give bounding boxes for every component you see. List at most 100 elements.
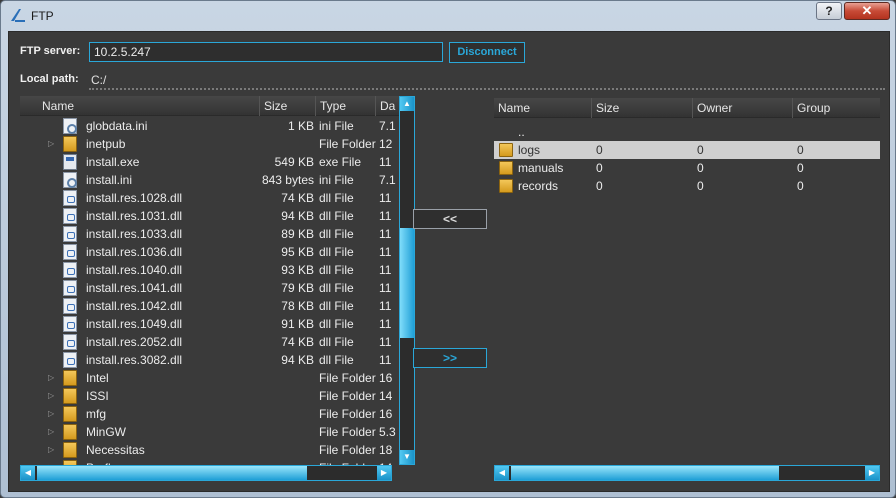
cell-type: File Folder bbox=[319, 137, 376, 151]
cell-date: 7.1 bbox=[379, 173, 396, 187]
local-horizontal-scrollbar[interactable]: ◀ ▶ bbox=[20, 465, 392, 481]
cell-date: 11 bbox=[379, 245, 392, 259]
cell-name: install.ini bbox=[86, 173, 133, 187]
table-row[interactable]: globdata.ini 1 KB ini File 7.1 bbox=[20, 117, 408, 135]
table-row[interactable]: ▷ Necessitas File Folder 18 bbox=[20, 441, 408, 459]
cell-date: 14 bbox=[379, 389, 393, 403]
table-row[interactable]: install.res.1028.dll 74 KB dll File 11 bbox=[20, 189, 408, 207]
cell-type: File Folder bbox=[319, 371, 376, 385]
table-row[interactable]: install.res.1031.dll 94 KB dll File 11 bbox=[20, 207, 408, 225]
scroll-right-arrow-icon[interactable]: ▶ bbox=[865, 466, 879, 480]
cell-name: logs bbox=[518, 143, 541, 157]
window-title: FTP bbox=[31, 9, 54, 23]
cell-owner: 0 bbox=[697, 143, 704, 157]
scroll-up-arrow-icon[interactable]: ▲ bbox=[400, 97, 414, 111]
remote-horizontal-scrollbar[interactable]: ◀ ▶ bbox=[494, 465, 880, 481]
cell-name: install.res.1042.dll bbox=[86, 299, 183, 313]
column-header-name[interactable]: Name bbox=[494, 98, 592, 118]
table-row[interactable]: install.res.1041.dll 79 KB dll File 11 bbox=[20, 279, 408, 297]
table-row[interactable]: install.res.1033.dll 89 KB dll File 11 bbox=[20, 225, 408, 243]
cell-name: install.res.1036.dll bbox=[86, 245, 183, 259]
table-row[interactable]: ▷ Intel File Folder 16 bbox=[20, 369, 408, 387]
cell-date: 18 bbox=[379, 443, 393, 457]
close-button[interactable]: ✕ bbox=[844, 2, 890, 20]
table-row[interactable]: install.res.1040.dll 93 KB dll File 11 bbox=[20, 261, 408, 279]
expand-arrow-icon[interactable]: ▷ bbox=[48, 423, 56, 441]
column-header-group[interactable]: Group bbox=[793, 98, 880, 118]
table-row[interactable]: install.exe 549 KB exe File 11 bbox=[20, 153, 408, 171]
table-row[interactable]: install.ini 843 bytes ini File 7.1 bbox=[20, 171, 408, 189]
dll-file-icon bbox=[63, 280, 77, 296]
title-bar: FTP ? ✕ bbox=[1, 1, 895, 31]
cell-group: 0 bbox=[797, 179, 804, 193]
column-header-owner[interactable]: Owner bbox=[693, 98, 793, 118]
table-row[interactable]: install.res.2052.dll 74 KB dll File 11 bbox=[20, 333, 408, 351]
folder-icon bbox=[63, 388, 77, 404]
ini-file-icon bbox=[63, 172, 77, 188]
column-header-name[interactable]: Name bbox=[38, 96, 260, 116]
local-path-value[interactable]: C:/ bbox=[91, 73, 106, 87]
cell-date: 11 bbox=[379, 155, 392, 169]
table-row[interactable]: ▷ mfg File Folder 16 bbox=[20, 405, 408, 423]
remote-file-list[interactable]: Name Size Owner Group .. logs 0 0 0 manuals 0 0… bbox=[494, 96, 880, 464]
scroll-right-arrow-icon[interactable]: ▶ bbox=[377, 466, 391, 480]
table-row[interactable]: install.res.1042.dll 78 KB dll File 11 bbox=[20, 297, 408, 315]
expand-arrow-icon[interactable]: ▷ bbox=[48, 387, 56, 405]
download-button[interactable]: << bbox=[413, 209, 487, 229]
cell-type: dll File bbox=[319, 335, 354, 349]
table-row[interactable]: .. bbox=[494, 123, 880, 141]
scroll-left-arrow-icon[interactable]: ◀ bbox=[495, 466, 509, 480]
cell-type: dll File bbox=[319, 227, 354, 241]
table-row[interactable]: ▷ MinGW File Folder 5.3 bbox=[20, 423, 408, 441]
cell-date: 11 bbox=[379, 227, 392, 241]
scroll-thumb[interactable] bbox=[511, 466, 779, 480]
scroll-thumb[interactable] bbox=[37, 466, 307, 480]
dll-file-icon bbox=[63, 334, 77, 350]
cell-name: install.res.1033.dll bbox=[86, 227, 183, 241]
column-header-size[interactable]: Size bbox=[260, 96, 316, 116]
local-file-list[interactable]: Name Size Type Da globdata.ini 1 KB ini Fi… bbox=[20, 96, 408, 481]
folder-icon bbox=[63, 424, 77, 440]
expand-arrow-icon[interactable]: ▷ bbox=[48, 135, 56, 153]
expand-arrow-icon[interactable]: ▷ bbox=[48, 405, 56, 423]
help-button[interactable]: ? bbox=[816, 2, 842, 20]
table-row[interactable]: manuals 0 0 0 bbox=[494, 159, 880, 177]
cell-name: install.res.1040.dll bbox=[86, 263, 183, 277]
cell-type: dll File bbox=[319, 317, 354, 331]
table-row[interactable]: install.res.1036.dll 95 KB dll File 11 bbox=[20, 243, 408, 261]
cell-group: 0 bbox=[797, 143, 804, 157]
cell-size: 74 KB bbox=[281, 191, 314, 205]
cell-name: inetpub bbox=[86, 137, 126, 151]
dll-file-icon bbox=[63, 190, 77, 206]
disconnect-button[interactable]: Disconnect bbox=[449, 42, 525, 63]
scroll-left-arrow-icon[interactable]: ◀ bbox=[21, 466, 35, 480]
column-header-size[interactable]: Size bbox=[592, 98, 693, 118]
table-row[interactable]: ▷ inetpub File Folder 12 bbox=[20, 135, 408, 153]
local-vertical-scrollbar[interactable]: ▲ ▼ bbox=[399, 96, 415, 465]
table-row[interactable]: records 0 0 0 bbox=[494, 177, 880, 195]
expand-arrow-icon[interactable]: ▷ bbox=[48, 441, 56, 459]
scroll-thumb[interactable] bbox=[400, 228, 414, 338]
ftp-app-icon bbox=[11, 9, 25, 22]
cell-date: 11 bbox=[379, 281, 392, 295]
cell-date: 11 bbox=[379, 263, 392, 277]
table-row[interactable]: install.res.3082.dll 94 KB dll File 11 bbox=[20, 351, 408, 369]
upload-button[interactable]: >> bbox=[413, 348, 487, 368]
cell-type: dll File bbox=[319, 281, 354, 295]
dll-file-icon bbox=[63, 244, 77, 260]
cell-type: dll File bbox=[319, 299, 354, 313]
table-row[interactable]: ▷ ISSI File Folder 14 bbox=[20, 387, 408, 405]
table-row[interactable]: logs 0 0 0 bbox=[494, 141, 880, 159]
cell-size: 1 KB bbox=[287, 119, 314, 133]
folder-icon bbox=[499, 143, 513, 157]
ftp-server-input[interactable]: 10.2.5.247 bbox=[89, 42, 443, 62]
column-header-type[interactable]: Type bbox=[316, 96, 376, 116]
cell-size: 95 KB bbox=[281, 245, 314, 259]
cell-type: ini File bbox=[319, 173, 354, 187]
scroll-down-arrow-icon[interactable]: ▼ bbox=[400, 450, 414, 464]
expand-arrow-icon[interactable]: ▷ bbox=[48, 369, 56, 387]
table-row[interactable]: install.res.1049.dll 91 KB dll File 11 bbox=[20, 315, 408, 333]
cell-name: install.res.2052.dll bbox=[86, 335, 183, 349]
cell-name: install.exe bbox=[86, 155, 140, 169]
cell-name: install.res.1049.dll bbox=[86, 317, 183, 331]
